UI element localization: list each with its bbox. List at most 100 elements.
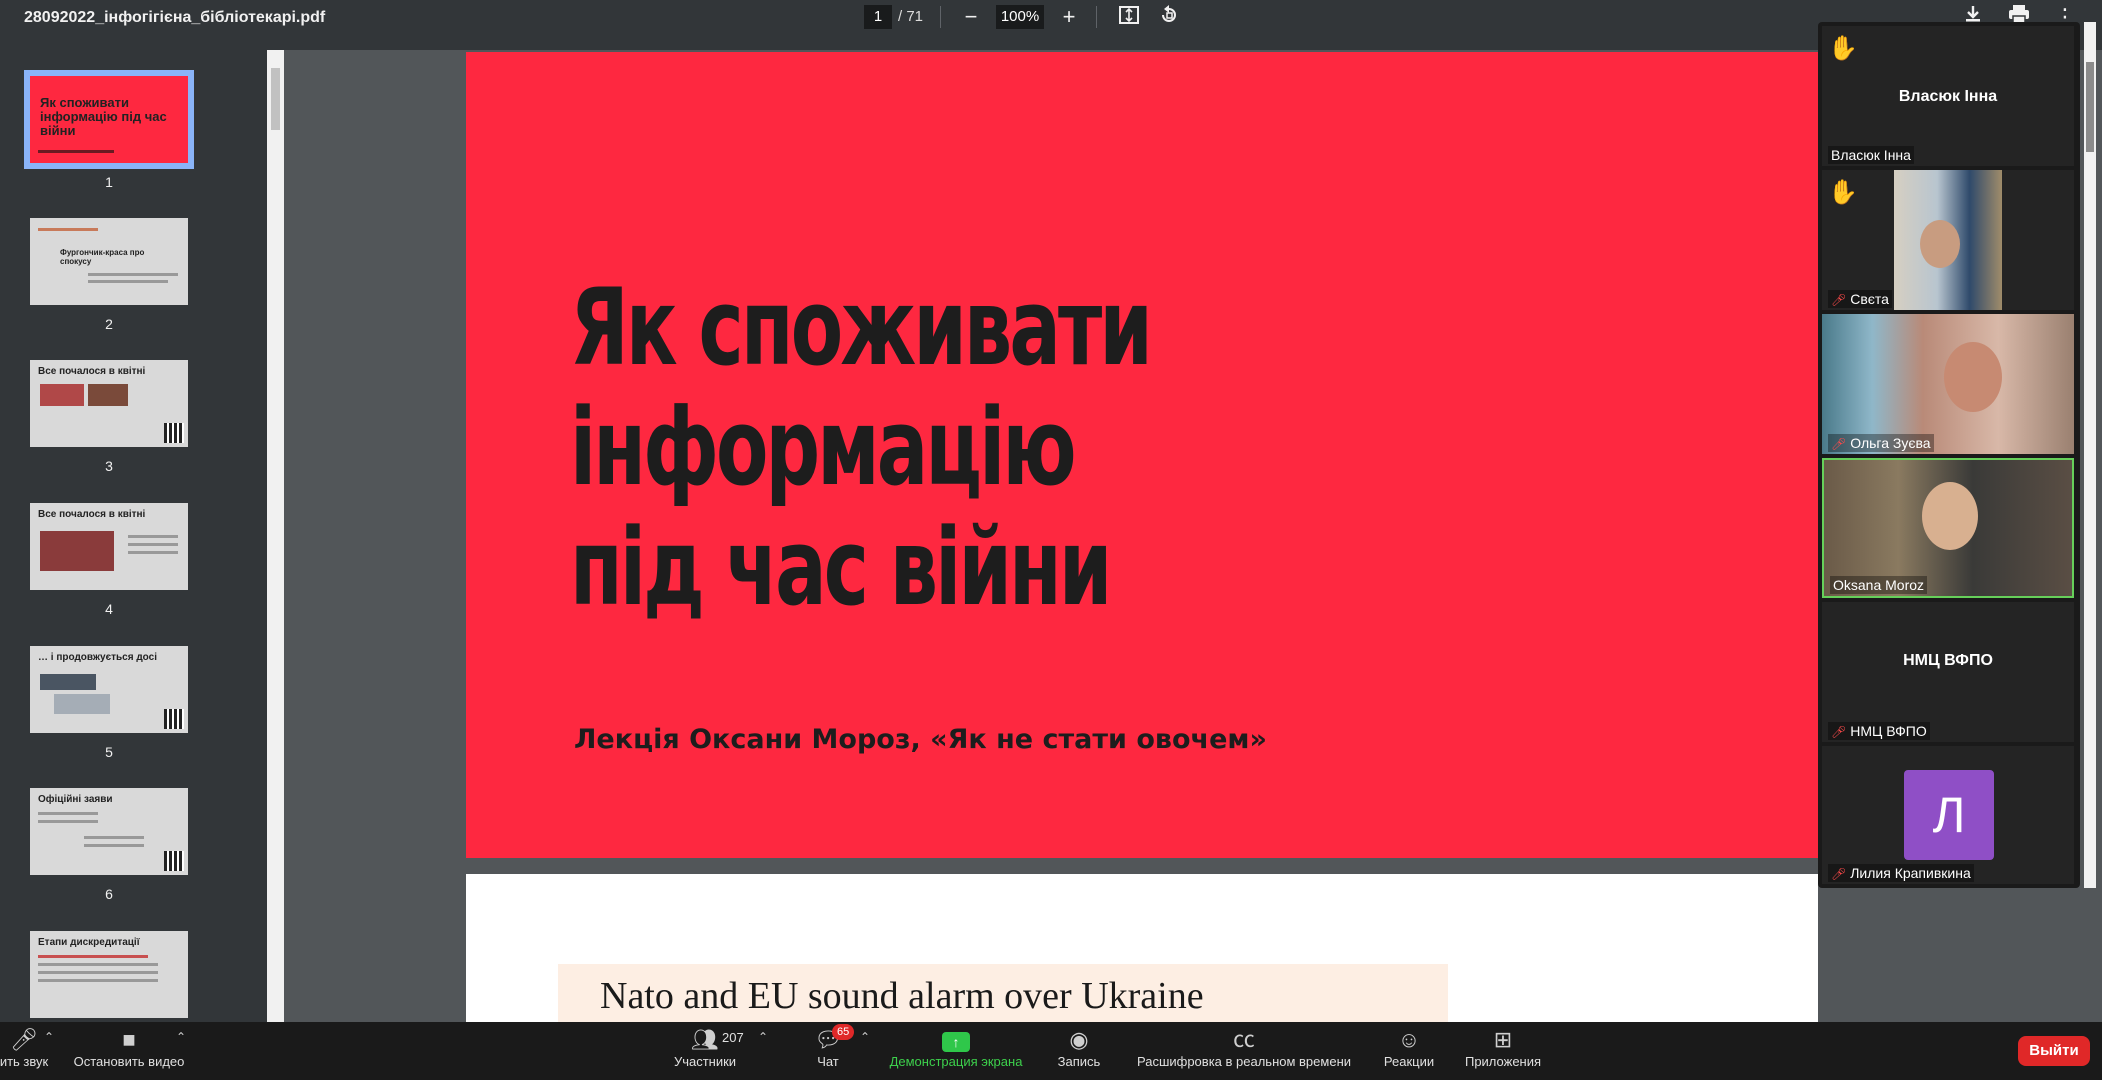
chat-badge: 65: [832, 1024, 855, 1040]
thumbnail-line: [38, 955, 148, 958]
share-screen-button[interactable]: ↑ Демонстрация экрана: [884, 1026, 1028, 1069]
thumbnail-line: [88, 273, 178, 276]
thumbnail-image: [54, 694, 110, 714]
muted-mic-icon: 🎤︎: [1831, 867, 1847, 881]
record-label: Запись: [1057, 1054, 1101, 1069]
thumbnail-page-3[interactable]: Все почалося в квітні: [30, 360, 188, 447]
fit-page-icon[interactable]: [1116, 4, 1142, 30]
avatar: Л: [1904, 770, 1994, 860]
participant-video: [1822, 314, 2074, 454]
thumbnail-page-6[interactable]: Офіційні заяви: [30, 788, 188, 875]
participant-name-label: Oksana Moroz: [1830, 576, 1928, 594]
apps-button[interactable]: ⊞ Приложения: [1460, 1026, 1546, 1069]
muted-mic-icon: 🎤︎: [1831, 725, 1847, 739]
reactions-button[interactable]: ☺ Реакции: [1378, 1026, 1440, 1069]
thumbnail-number: 3: [105, 458, 113, 474]
participant-tile[interactable]: ✋ 🎤︎ Свєта: [1822, 170, 2074, 310]
raised-hand-icon: ✋: [1828, 179, 1858, 206]
thumbnail-heading: … і продовжується досі: [38, 652, 157, 663]
thumbnail-line: [128, 551, 178, 554]
reactions-icon: ☺: [1397, 1027, 1421, 1052]
leave-button[interactable]: Выйти: [2018, 1036, 2090, 1066]
zoom-out-icon[interactable]: −: [958, 4, 984, 30]
pdf-filename: 28092022_інфогігієна_бібліотекарі.pdf: [24, 9, 326, 26]
chevron-up-icon[interactable]: ⌃: [758, 1030, 768, 1044]
page-total: / 71: [898, 8, 924, 25]
pdf-viewer[interactable]: Як споживати інформацію під час війни Ле…: [284, 50, 1818, 1022]
participant-video: [1894, 170, 2002, 310]
participant-tile[interactable]: НМЦ ВФПО 🎤︎ НМЦ ВФПО: [1822, 602, 2074, 742]
participant-name: Лилия Крапивкина: [1850, 865, 1971, 881]
participant-name-label: 🎤︎ Лилия Крапивкина: [1828, 864, 1974, 882]
apps-icon: ⊞: [1493, 1027, 1513, 1052]
thumbnail-page-2[interactable]: Фургончик-краса про спокусу: [30, 218, 188, 305]
stop-video-button[interactable]: ■ Остановить видео: [70, 1026, 188, 1069]
participant-name: Власюк Інна: [1831, 147, 1911, 163]
participant-name: Свєта: [1850, 291, 1889, 307]
thumbnail-heading: Етапи дискредитації: [38, 937, 140, 948]
thumbnail-page-4[interactable]: Все почалося в квітні: [30, 503, 188, 590]
participant-tile[interactable]: ✋ Власюк Інна Власюк Інна: [1822, 26, 2074, 166]
record-button[interactable]: ◉ Запись: [1050, 1026, 1108, 1069]
participant-tile-active-speaker[interactable]: Oksana Moroz: [1822, 458, 2074, 598]
chevron-up-icon[interactable]: ⌃: [176, 1030, 186, 1044]
live-transcript-button[interactable]: ㏄ Расшифровка в реальном времени: [1132, 1026, 1356, 1069]
thumbnail-heading: Все почалося в квітні: [38, 509, 146, 520]
headline-box: Nato and EU sound alarm over Ukraine: [558, 964, 1448, 1022]
thumbnail-line: [38, 820, 98, 823]
thumbnail-heading: Як споживати інформацію під час війни: [40, 95, 167, 138]
thumbnail-line: [38, 812, 98, 815]
thumbnail-page-7[interactable]: Етапи дискредитації: [30, 931, 188, 1018]
scrollbar-thumb[interactable]: [271, 68, 280, 130]
participant-face: [1944, 342, 2002, 412]
video-label: Остановить видео: [73, 1054, 185, 1069]
thumbnail-panel: Як споживати інформацію під час війни 1 …: [0, 50, 267, 1022]
raised-hand-icon: ✋: [1828, 35, 1858, 62]
thumbnail-line: [38, 979, 158, 982]
thumbnail-qr-code: [164, 423, 184, 443]
thumbnail-page-1[interactable]: Як споживати інформацію під час війни: [24, 70, 194, 169]
chevron-up-icon[interactable]: ⌃: [860, 1030, 870, 1044]
scrollbar-thumb[interactable]: [2086, 62, 2094, 152]
thumbnail-line: [38, 963, 158, 966]
participant-tile[interactable]: 🎤︎ Ольга Зуєва: [1822, 314, 2074, 454]
chevron-up-icon[interactable]: ⌃: [44, 1030, 54, 1044]
participants-label: Участники: [673, 1054, 737, 1069]
pdf-page-1: Як споживати інформацію під час війни Ле…: [466, 52, 1818, 858]
thumbnail-line: [38, 228, 98, 231]
share-screen-icon: ↑: [884, 1026, 1028, 1054]
participant-name-label: Власюк Інна: [1828, 146, 1914, 164]
pdf-page-2: Nato and EU sound alarm over Ukraine: [466, 874, 1818, 1022]
share-label: Демонстрация экрана: [889, 1054, 1023, 1069]
chat-label: Чат: [817, 1054, 839, 1069]
gallery-scrollbar[interactable]: [2084, 22, 2096, 888]
zoom-level-input[interactable]: 100%: [996, 5, 1044, 29]
thumbnail-number: 2: [105, 316, 113, 332]
muted-mic-icon: 🎤︎: [1831, 293, 1847, 307]
zoom-in-icon[interactable]: +: [1056, 4, 1082, 30]
slide-subtitle: Лекція Оксани Мороз, «Як не стати овочем…: [574, 724, 1267, 755]
thumbnail-qr-code: [164, 709, 184, 729]
participant-center-name: Власюк Інна: [1898, 88, 1998, 105]
thumbnail-page-5[interactable]: … і продовжується досі: [30, 646, 188, 733]
participant-name-label: 🎤︎ НМЦ ВФПО: [1828, 722, 1930, 740]
thumbnail-line: [38, 150, 114, 153]
participant-tile[interactable]: Л 🎤︎ Лилия Крапивкина: [1822, 746, 2074, 884]
thumbnail-scrollbar[interactable]: [267, 50, 284, 1022]
captions-label: Расшифровка в реальном времени: [1136, 1054, 1352, 1069]
participant-name: НМЦ ВФПО: [1850, 723, 1927, 739]
rotate-icon[interactable]: [1156, 4, 1182, 30]
slide-title: Як споживати інформацію під час війни: [570, 266, 1153, 629]
participant-name-label: 🎤︎ Свєта: [1828, 290, 1892, 308]
thumbnail-heading: Офіційні заяви: [38, 794, 113, 805]
thumbnail-line: [128, 535, 178, 538]
toolbar-divider: [1096, 6, 1097, 28]
record-icon: ◉: [1069, 1027, 1089, 1052]
participant-face: [1922, 482, 1978, 550]
page-number-input[interactable]: 1: [864, 5, 892, 29]
toolbar-divider: [940, 6, 941, 28]
participant-name: Ольга Зуєва: [1850, 435, 1931, 451]
thumbnail-heading: Фургончик-краса про спокусу: [60, 248, 145, 266]
participant-name: Oksana Moroz: [1833, 577, 1925, 593]
thumbnail-image: [40, 531, 114, 571]
